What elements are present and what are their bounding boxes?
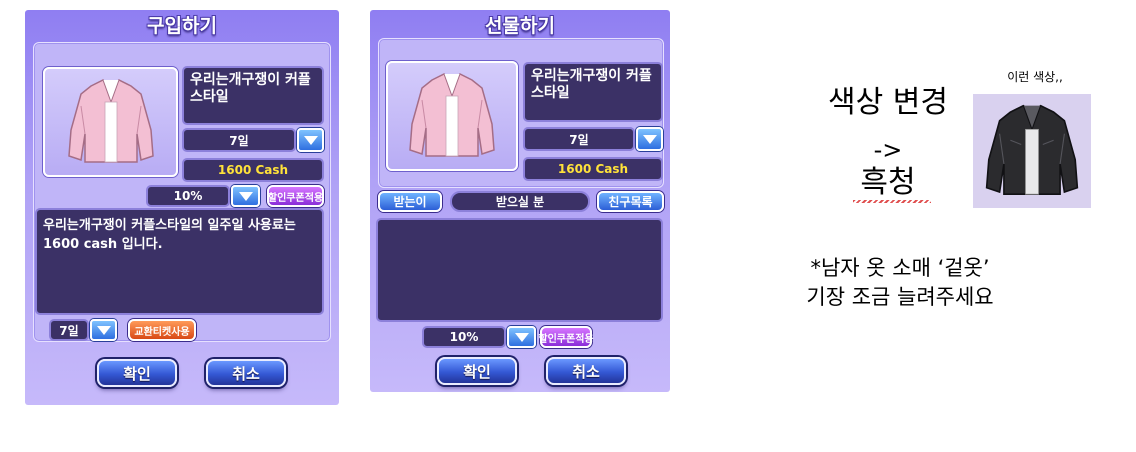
discount-select[interactable]: 10% <box>422 326 506 348</box>
confirm-button[interactable]: 확인 <box>437 357 517 385</box>
pink-jacket-icon <box>67 79 154 163</box>
sample-caption: 이런 색상,, <box>1007 70 1063 84</box>
item-name-field: 우리는개구쟁이 커플스타일 <box>523 62 663 122</box>
period-select[interactable]: 7일 <box>523 127 635 151</box>
spellcheck-underline <box>853 200 931 203</box>
chevron-down-icon <box>642 134 657 144</box>
ticket-period-select[interactable]: 7일 <box>49 319 89 341</box>
target-color-text: 흑청 <box>860 165 916 200</box>
discount-dropdown-button[interactable] <box>507 326 536 348</box>
discount-value: 10% <box>449 330 479 344</box>
period-value: 7일 <box>569 132 589 147</box>
chevron-down-icon <box>514 332 529 342</box>
discount-value: 10% <box>173 189 203 203</box>
confirm-button[interactable]: 확인 <box>97 359 177 387</box>
exchange-ticket-button[interactable]: 교환티켓사용 <box>128 319 196 341</box>
discount-select[interactable]: 10% <box>146 185 230 207</box>
recipient-label: 받는이 <box>378 191 442 212</box>
ticket-period-value: 7일 <box>59 323 79 338</box>
chevron-down-icon <box>303 135 318 145</box>
cancel-button[interactable]: 취소 <box>206 359 286 387</box>
price-field: 1600 Cash <box>523 157 663 181</box>
request-text-line2: 기장 조금 늘려주세요 <box>806 285 994 309</box>
period-select[interactable]: 7일 <box>182 128 296 152</box>
arrow-text: -> <box>873 136 903 164</box>
chevron-down-icon <box>96 325 111 335</box>
item-image-frame <box>386 61 518 171</box>
period-dropdown-button[interactable] <box>636 127 663 151</box>
buy-dialog: 구입하기 우리는개구쟁이 커플스타일 7일 1600 Cash 10% 할인쿠폰… <box>25 10 339 405</box>
recipient-input[interactable]: 받으실 분 <box>450 191 590 212</box>
pink-jacket-icon <box>409 73 495 157</box>
price-field: 1600 Cash <box>182 158 324 182</box>
color-change-text: 색상 변경 <box>828 85 948 120</box>
chevron-down-icon <box>238 191 253 201</box>
description-text: 우리는개구쟁이 커플스타일의 일주일 사용료는 1600 cash 입니다. <box>43 218 296 252</box>
buy-dialog-title: 구입하기 <box>147 15 217 37</box>
ticket-period-dropdown-button[interactable] <box>90 319 117 341</box>
period-value: 7일 <box>229 133 249 148</box>
black-jacket-sample <box>973 94 1091 208</box>
request-text-line1: *남자 옷 소매 ‘겉옷’ <box>810 256 990 280</box>
item-image-frame <box>43 67 178 177</box>
coupon-button[interactable]: 할인쿠폰적용 <box>538 326 594 348</box>
coupon-button[interactable]: 할인쿠폰적용 <box>267 185 324 207</box>
gift-dialog: 선물하기 우리는개구쟁이 커플스타일 7일 1600 Cash 받는이 받으실 … <box>370 10 670 392</box>
discount-dropdown-button[interactable] <box>231 185 260 207</box>
friend-list-button[interactable]: 친구목록 <box>597 191 664 212</box>
cancel-button[interactable]: 취소 <box>546 357 626 385</box>
black-jacket-icon <box>985 104 1079 196</box>
message-box[interactable] <box>376 218 663 322</box>
period-dropdown-button[interactable] <box>297 128 324 152</box>
item-name-field: 우리는개구쟁이 커플스타일 <box>182 66 324 125</box>
